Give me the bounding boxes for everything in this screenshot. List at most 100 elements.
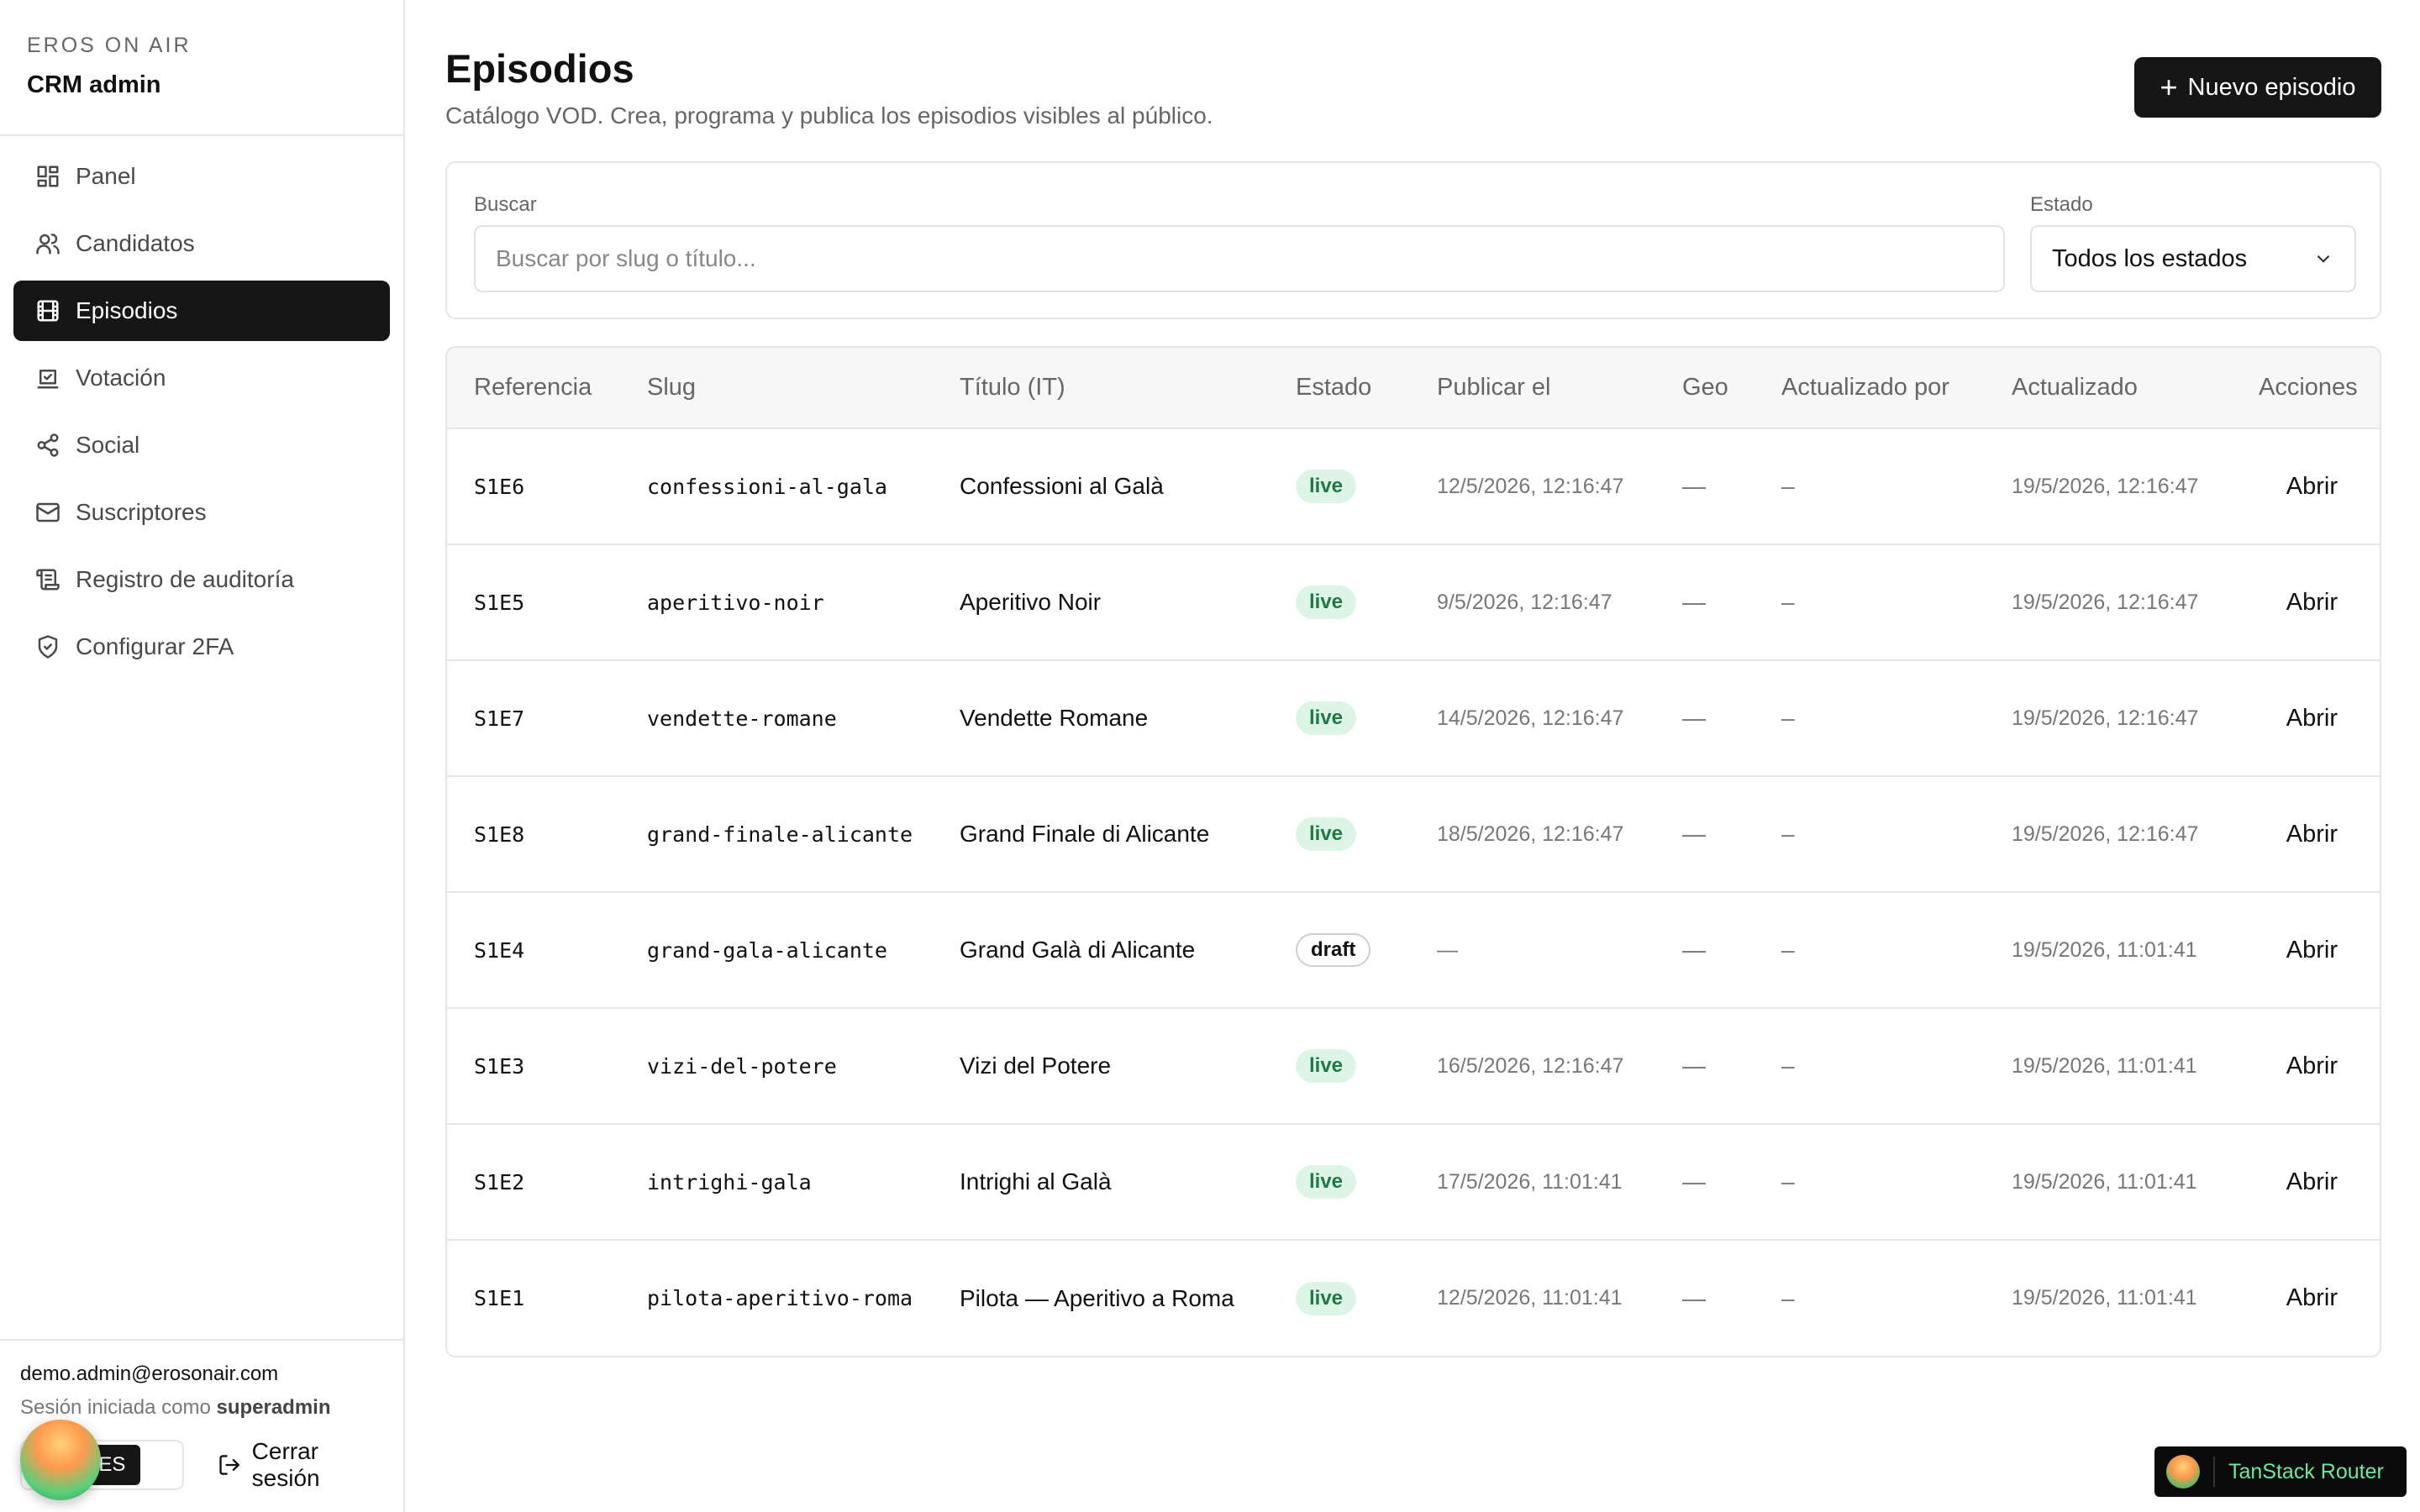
cell-updated: 19/5/2026, 11:01:41 <box>2012 937 2197 962</box>
table-row: S1E3 vizi-del-potere Vizi del Potere live 16… <box>447 1008 2380 1124</box>
cell-slug: aperitivo-noir <box>647 590 824 615</box>
status-badge: live <box>1296 585 1357 619</box>
cell-slug: pilota-aperitivo-roma <box>647 1286 913 1310</box>
new-episode-label: Nuevo episodio <box>2187 73 2356 101</box>
brand-name: EROS ON AIR <box>27 34 192 57</box>
new-episode-button[interactable]: + Nuevo episodio <box>2134 57 2381 118</box>
cell-updated-by: – <box>1781 1284 1795 1311</box>
cell-ref: S1E7 <box>474 706 525 731</box>
search-input[interactable] <box>474 225 2005 292</box>
open-episode-button[interactable]: Abrir <box>2232 544 2380 660</box>
user-role: superadmin <box>216 1396 331 1419</box>
col-actualizado: Actualizado <box>2012 374 2138 401</box>
table-header: Referencia Slug Título (IT) Estado Publi… <box>447 348 2380 428</box>
status-badge: live <box>1296 1281 1357 1315</box>
devtools-query-icon[interactable] <box>20 1420 101 1500</box>
cell-geo: — <box>1682 473 1706 499</box>
cell-status: live <box>1269 776 1410 892</box>
cell-geo: — <box>1682 1284 1706 1311</box>
chevron-down-icon <box>2317 255 2330 263</box>
status-badge: live <box>1296 1049 1357 1083</box>
open-episode-button[interactable]: Abrir <box>2232 776 2380 892</box>
sidebar-item-votacion[interactable]: Votación <box>13 348 390 408</box>
col-titulo: Título (IT) <box>960 374 1065 401</box>
tanstack-router-devtools[interactable]: TanStack Router <box>2154 1446 2407 1497</box>
logout-button[interactable]: Cerrar sesión <box>218 1438 385 1492</box>
cell-title: Confessioni al Galà <box>960 473 1164 499</box>
cell-status: live <box>1269 660 1410 776</box>
sidebar-item-panel[interactable]: Panel <box>13 146 390 207</box>
session-prefix: Sesión iniciada como <box>20 1396 211 1419</box>
cell-title: Grand Finale di Alicante <box>960 821 1210 847</box>
sidebar-item-label: Votación <box>76 365 166 391</box>
sidebar-item-social[interactable]: Social <box>13 415 390 475</box>
cell-status: live <box>1269 1124 1410 1240</box>
brand: EROS ON AIR CRM admin <box>0 0 403 136</box>
table-row: S1E4 grand-gala-alicante Grand Galà di Ali… <box>447 892 2380 1008</box>
sidebar-item-auditoria[interactable]: Registro de auditoría <box>13 549 390 610</box>
user-email: demo.admin@erosonair.com <box>20 1362 279 1385</box>
cell-ref: S1E1 <box>474 1286 525 1310</box>
sidebar-item-2fa[interactable]: Configurar 2FA <box>13 617 390 677</box>
open-episode-button[interactable]: Abrir <box>2232 892 2380 1008</box>
status-select[interactable]: Todos los estados <box>2030 225 2356 292</box>
cell-status: draft <box>1269 892 1410 1008</box>
cell-ref: S1E2 <box>474 1169 525 1194</box>
open-episode-button[interactable]: Abrir <box>2232 1240 2380 1356</box>
open-episode-button[interactable]: Abrir <box>2232 660 2380 776</box>
cell-status: live <box>1269 1008 1410 1124</box>
cell-updated: 19/5/2026, 12:16:47 <box>2012 822 2199 846</box>
cell-slug: confessioni-al-gala <box>647 474 887 499</box>
cell-updated: 19/5/2026, 11:01:41 <box>2012 1053 2197 1078</box>
sidebar-item-label: Registro de auditoría <box>76 566 294 592</box>
brand-subtitle: CRM admin <box>27 71 161 98</box>
cell-ref: S1E5 <box>474 590 525 615</box>
film-icon <box>37 300 59 322</box>
sidebar-item-label: Candidatos <box>76 230 195 256</box>
status-badge: live <box>1296 1165 1357 1199</box>
cell-updated: 19/5/2026, 11:01:41 <box>2012 1286 2197 1310</box>
sidebar-item-suscriptores[interactable]: Suscriptores <box>13 482 390 543</box>
col-slug: Slug <box>647 374 697 401</box>
sidebar: EROS ON AIR CRM admin Panel Candidatos E… <box>0 0 405 1512</box>
cell-geo: — <box>1682 821 1706 847</box>
sidebar-item-label: Panel <box>76 163 136 189</box>
col-actualizado-por: Actualizado por <box>1781 374 1949 401</box>
footer-actions: EN ES Cerrar sesión <box>20 1420 385 1500</box>
cell-publish-date: 9/5/2026, 12:16:47 <box>1437 590 1612 614</box>
cell-geo: — <box>1682 937 1706 963</box>
cell-publish-date: 12/5/2026, 11:01:41 <box>1437 1286 1623 1310</box>
col-publicar: Publicar el <box>1437 374 1551 401</box>
cell-title: Pilota — Aperitivo a Roma <box>960 1284 1234 1311</box>
shield-icon <box>38 635 58 659</box>
cell-geo: — <box>1682 705 1706 731</box>
cell-title: Vendette Romane <box>960 705 1149 731</box>
cell-slug: grand-finale-alicante <box>647 822 913 847</box>
open-episode-button[interactable]: Abrir <box>2232 428 2380 544</box>
devtools-label: TanStack Router <box>2228 1459 2384 1483</box>
cell-slug: vendette-romane <box>647 706 837 731</box>
cell-updated: 19/5/2026, 12:16:47 <box>2012 590 2199 614</box>
sidebar-item-label: Configurar 2FA <box>76 633 234 659</box>
status-label: Estado <box>2030 193 2093 216</box>
cell-publish-date: — <box>1437 937 1458 962</box>
open-episode-button[interactable]: Abrir <box>2232 1008 2380 1124</box>
sidebar-item-episodios[interactable]: Episodios <box>13 281 390 341</box>
cell-updated-by: – <box>1781 473 1795 499</box>
sidebar-nav: Panel Candidatos Episodios Votación Soci… <box>0 136 403 677</box>
cell-geo: — <box>1682 1053 1706 1079</box>
cell-publish-date: 14/5/2026, 12:16:47 <box>1437 706 1624 730</box>
episodes-table: Referencia Slug Título (IT) Estado Publi… <box>445 346 2381 1357</box>
dashboard-icon <box>37 165 59 187</box>
cell-title: Grand Galà di Alicante <box>960 937 1196 963</box>
cell-title: Intrighi al Galà <box>960 1168 1112 1194</box>
table-row: S1E2 intrighi-gala Intrighi al Galà live 17/… <box>447 1124 2380 1240</box>
open-episode-button[interactable]: Abrir <box>2232 1124 2380 1240</box>
language-toggle: EN ES <box>20 1420 185 1500</box>
col-geo: Geo <box>1682 374 1728 401</box>
cell-ref: S1E4 <box>474 937 525 963</box>
cell-title: Aperitivo Noir <box>960 589 1102 615</box>
cell-status: live <box>1269 544 1410 660</box>
sidebar-item-candidatos[interactable]: Candidatos <box>13 213 390 274</box>
cell-updated-by: – <box>1781 1168 1795 1194</box>
